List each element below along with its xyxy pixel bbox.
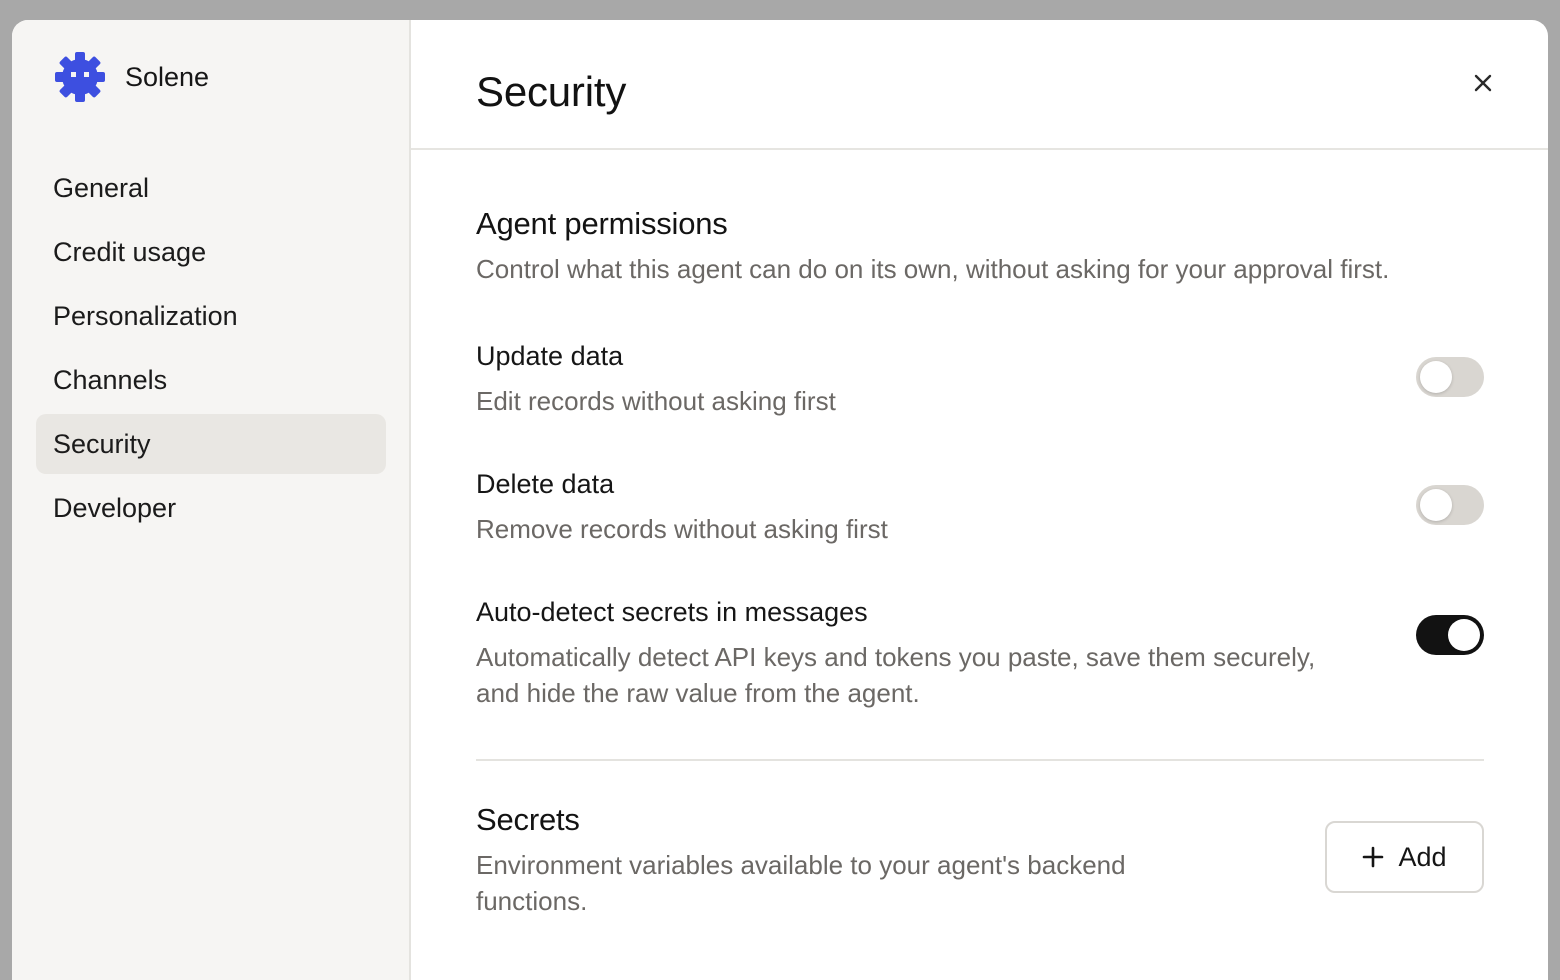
section-title-permissions: Agent permissions [476,206,728,241]
panel-header: Security [411,20,1548,150]
sidebar-item-general[interactable]: General [36,158,386,218]
setting-row-update-data: Update data Edit records without asking … [476,339,1484,419]
sidebar-item-security[interactable]: Security [36,414,386,474]
sidebar-item-channels[interactable]: Channels [36,350,386,410]
sidebar-item-personalization[interactable]: Personalization [36,286,386,346]
section-description-permissions: Control what this agent can do on its ow… [476,254,1390,284]
section-divider [476,759,1484,761]
agent-permissions-section: Agent permissions Control what this agen… [476,205,1484,711]
sidebar-nav: General Credit usage Personalization Cha… [36,158,386,542]
setting-row-delete-data: Delete data Remove records without askin… [476,467,1484,547]
section-description-secrets: Environment variables available to your … [476,850,1126,916]
setting-description: Automatically detect API keys and tokens… [476,642,1316,708]
auto-detect-secrets-toggle[interactable] [1416,615,1484,655]
main-panel: Security Agent permissions Control what … [411,20,1548,980]
setting-title: Auto-detect secrets in messages [476,597,868,627]
toggle-knob [1448,619,1480,651]
delete-data-toggle[interactable] [1416,485,1484,525]
update-data-toggle[interactable] [1416,357,1484,397]
sidebar-item-developer[interactable]: Developer [36,478,386,538]
gear-bot-icon [55,52,105,102]
add-secret-button[interactable]: Add [1325,821,1484,893]
secrets-section: Secrets Environment variables available … [476,801,1484,919]
close-icon [1474,74,1492,92]
setting-description: Edit records without asking first [476,386,836,416]
sidebar-item-credit-usage[interactable]: Credit usage [36,222,386,282]
add-button-label: Add [1398,841,1447,872]
app-name: Solene [125,61,210,92]
setting-title: Update data [476,341,624,371]
setting-title: Delete data [476,469,615,499]
setting-row-auto-detect-secrets: Auto-detect secrets in messages Automati… [476,595,1484,711]
sidebar: Solene General Credit usage Personalizat… [12,20,411,980]
toggle-knob [1420,361,1452,393]
brand: Solene [55,51,209,103]
page-title: Security [476,68,627,115]
plus-icon [1363,846,1384,868]
toggle-knob [1420,489,1452,521]
close-button[interactable] [1468,68,1498,98]
setting-description: Remove records without asking first [476,514,888,544]
security-content: Agent permissions Control what this agen… [476,205,1484,919]
settings-modal: Solene General Credit usage Personalizat… [12,20,1548,980]
